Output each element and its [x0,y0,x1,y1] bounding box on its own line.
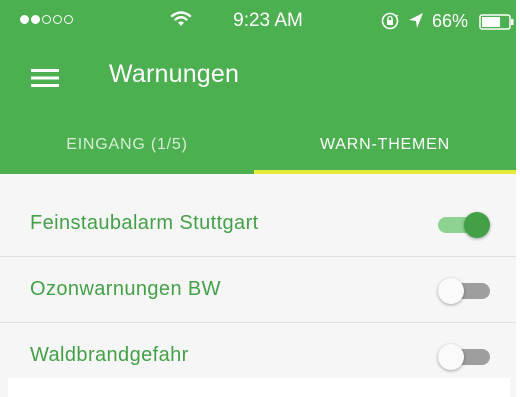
hamburger-menu-icon[interactable] [31,68,59,88]
toggle-knob [438,344,464,370]
tab-warn-themen[interactable]: WARN-THEMEN [254,128,516,174]
battery-percentage: 66% [432,11,469,31]
bottom-card-edge [8,378,510,397]
list-item[interactable]: Feinstaubalarm Stuttgart [0,191,516,257]
rotation-lock-icon [381,12,399,30]
feinstaubalarm-toggle[interactable] [438,212,490,238]
app-screen: 9:23 AM 66% Warnungen EINGANG (1/5) WARN… [0,0,520,397]
tab-eingang[interactable]: EINGANG (1/5) [0,128,254,174]
list-item[interactable]: Ozonwarnungen BW [0,257,516,323]
page-title: Warnungen [109,60,240,88]
location-arrow-icon [409,13,423,28]
list-item-label: Waldbrandgefahr [30,344,189,366]
screen-edge [516,0,520,397]
list-item-label: Feinstaubalarm Stuttgart [30,212,259,234]
ozonwarnungen-toggle[interactable] [438,278,490,304]
list-item-label: Ozonwarnungen BW [30,278,221,300]
waldbrandgefahr-toggle[interactable] [438,344,490,370]
toggle-knob [438,278,464,304]
toggle-knob [464,212,490,238]
selected-tab-indicator [254,170,516,174]
status-bar: 9:23 AM 66% [0,0,516,44]
battery-icon [479,14,514,30]
